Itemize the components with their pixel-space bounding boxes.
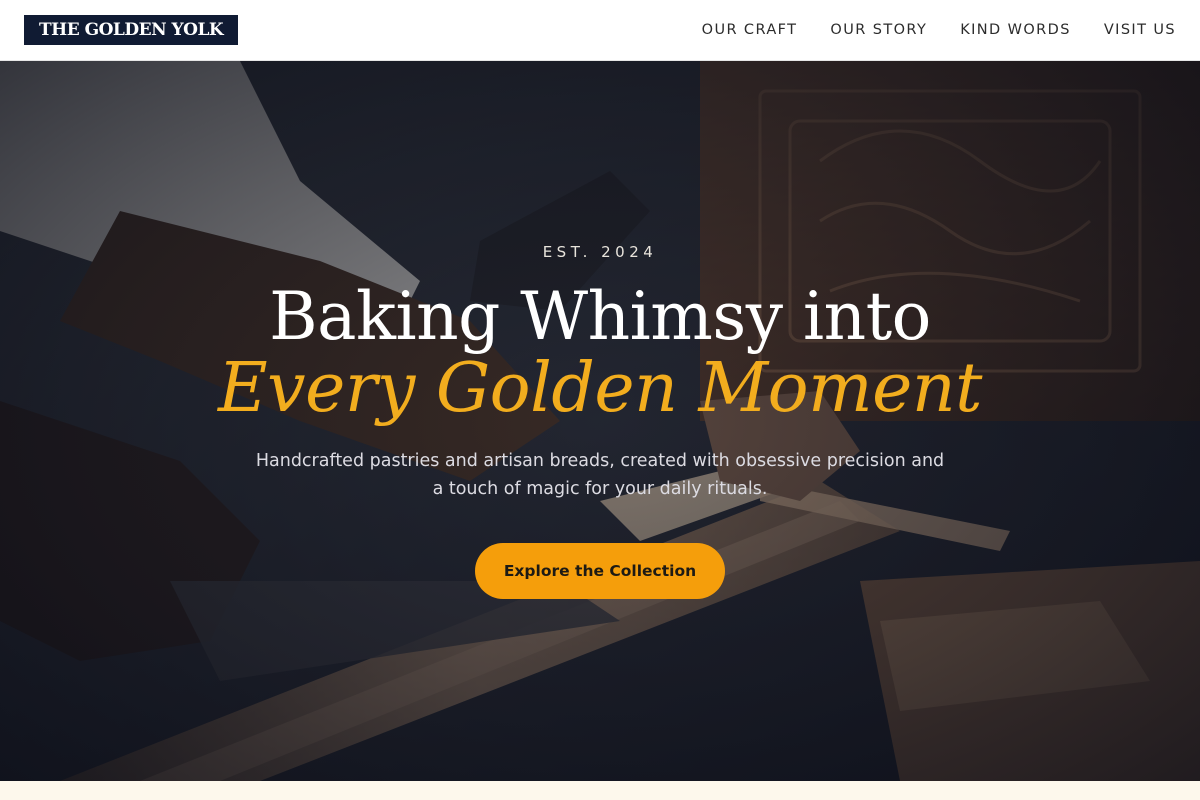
hero-headline: Baking Whimsy into (269, 278, 931, 355)
nav-our-craft[interactable]: OUR CRAFT (702, 22, 798, 38)
next-section-edge (0, 781, 1200, 800)
hero-headline-accent: Every Golden Moment (218, 349, 982, 428)
main-nav: OUR CRAFT OUR STORY KIND WORDS VISIT US (702, 22, 1176, 38)
hero-content: EST. 2024 Baking Whimsy into Every Golde… (0, 61, 1200, 781)
explore-collection-button[interactable]: Explore the Collection (475, 543, 725, 599)
hero-section: EST. 2024 Baking Whimsy into Every Golde… (0, 61, 1200, 781)
hero-subtext: Handcrafted pastries and artisan breads,… (255, 451, 945, 499)
nav-visit-us[interactable]: VISIT US (1104, 22, 1176, 38)
site-header: THE GOLDEN YOLK OUR CRAFT OUR STORY KIND… (0, 0, 1200, 61)
brand-logo[interactable]: THE GOLDEN YOLK (24, 15, 239, 45)
nav-kind-words[interactable]: KIND WORDS (960, 22, 1071, 38)
hero-eyebrow: EST. 2024 (542, 243, 658, 261)
nav-our-story[interactable]: OUR STORY (830, 22, 927, 38)
